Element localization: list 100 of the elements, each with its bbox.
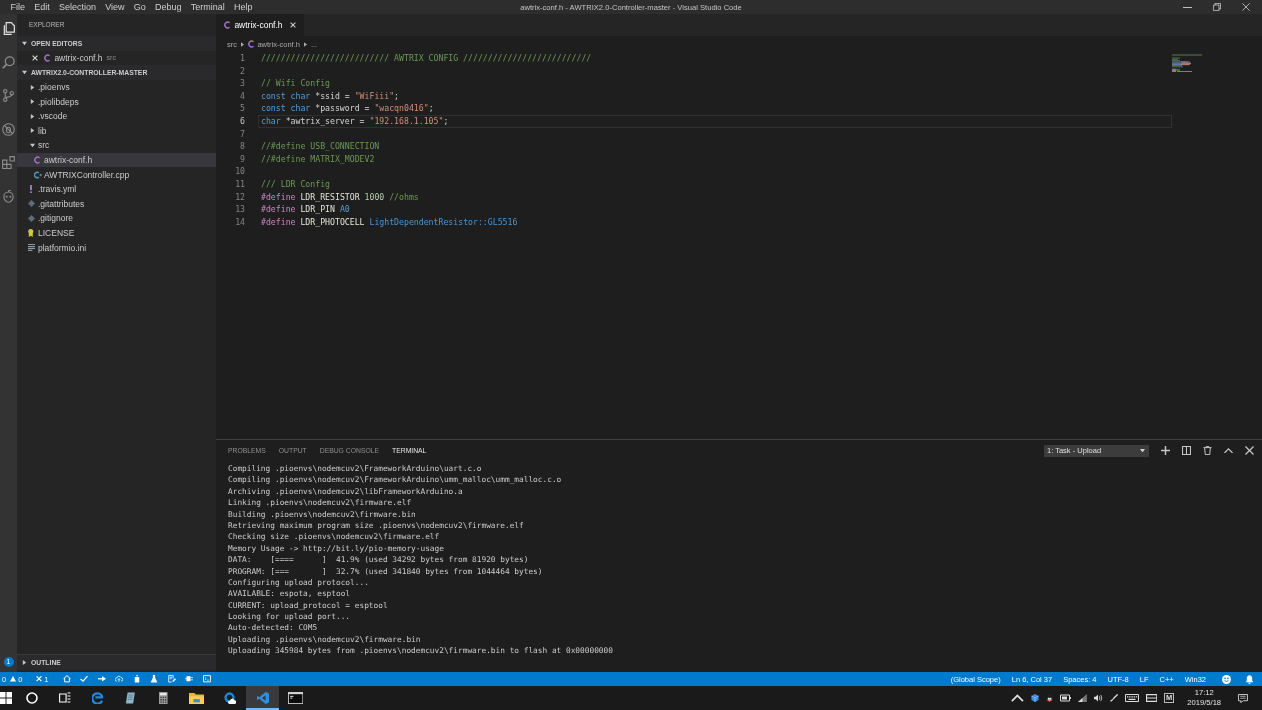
ring-icon: [25, 692, 38, 704]
line-number: 10: [234, 165, 245, 178]
line-number: 12: [234, 190, 245, 204]
caret-down-icon: [1140, 448, 1145, 453]
trash-icon[interactable]: [132, 675, 141, 683]
keyboard-icon[interactable]: [1124, 694, 1139, 702]
editor-tab[interactable]: awtrix-conf.h: [216, 14, 304, 36]
code-line: char *awtrix_server = "192.168.1.105";: [258, 114, 1172, 128]
close-icon[interactable]: [1242, 3, 1250, 11]
circle-cloud-icon: [223, 692, 236, 704]
tree-item[interactable]: awtrix-conf.h: [17, 152, 216, 168]
files-icon[interactable]: [2, 22, 15, 35]
battery-icon[interactable]: [1059, 694, 1071, 702]
c-file-icon: [248, 40, 255, 48]
caret-right-icon: [303, 41, 307, 47]
cube-icon[interactable]: [1030, 694, 1039, 702]
exclamation-icon: [30, 185, 33, 194]
split-icon[interactable]: [1182, 446, 1191, 455]
menu-item[interactable]: File: [6, 1, 30, 13]
trash-icon[interactable]: [1203, 446, 1212, 455]
flask-icon[interactable]: [150, 675, 158, 683]
tree-item[interactable]: AWTRIXController.cpp: [17, 167, 216, 182]
code-line: const char *ssid = "WiFiii";: [260, 89, 400, 103]
branch-icon[interactable]: [2, 89, 15, 102]
menu-item[interactable]: Go: [129, 1, 151, 13]
four-panes-icon: [0, 692, 12, 704]
plus-icon[interactable]: [1161, 446, 1170, 455]
tree-item[interactable]: .pioenvs: [17, 79, 216, 95]
close-icon[interactable]: [32, 54, 38, 61]
tree-item[interactable]: .gitignore: [17, 211, 216, 226]
c-file-icon: [34, 156, 41, 165]
rosette-icon: [28, 229, 34, 237]
home-icon[interactable]: [62, 675, 71, 683]
terminal-icon[interactable]: [202, 675, 211, 683]
tree-item[interactable]: .travis.yml: [17, 181, 216, 197]
bug-crossed-icon[interactable]: [2, 122, 15, 136]
code-line: // Wifi Config: [260, 77, 330, 90]
code-line: #define LDR_RESISTOR 1000 //ohms: [260, 190, 419, 204]
code-line: //#define MATRIX_MODEV2: [260, 152, 375, 166]
menu-item[interactable]: Edit: [29, 1, 55, 13]
line-number: 2: [239, 64, 245, 78]
code-line: #define LDR_PHOTOCELL LightDependentResistor::GL5516: [260, 215, 518, 229]
calculator-icon: [159, 692, 168, 704]
pen-icon[interactable]: [1109, 694, 1118, 702]
menu-item[interactable]: Debug: [150, 1, 187, 13]
line-number: 3: [239, 77, 245, 90]
menu-item[interactable]: View: [100, 1, 130, 13]
stacked-windows-icon: [58, 692, 71, 704]
line-number: 5: [239, 102, 245, 115]
code-line: /// LDR Config: [260, 177, 330, 191]
swirl-icon: [91, 692, 104, 704]
tree-item[interactable]: .vscode: [17, 108, 216, 124]
tree-item[interactable]: .gitattributes: [17, 196, 216, 212]
arrow-right-icon[interactable]: [97, 675, 106, 683]
speaker-icon[interactable]: [1093, 694, 1103, 702]
menu-item[interactable]: Help: [229, 1, 257, 13]
chevron-up-icon[interactable]: [1224, 447, 1233, 454]
code-line: #define LDR_PIN A0: [260, 203, 350, 216]
line-number: 1: [239, 52, 245, 65]
search-icon[interactable]: [2, 55, 15, 69]
bar-window-icon[interactable]: [1145, 694, 1158, 702]
tree-item[interactable]: .piolibdeps: [17, 94, 216, 109]
menu-item[interactable]: Selection: [54, 1, 101, 13]
line-number: 9: [239, 152, 245, 166]
menu-item[interactable]: Terminal: [186, 1, 230, 13]
alien-head-icon[interactable]: [2, 189, 15, 203]
restore-icon[interactable]: [1213, 3, 1221, 11]
tree-item[interactable]: lib: [17, 123, 216, 139]
lines-icon: [28, 244, 35, 252]
c-file-icon: [224, 21, 231, 29]
penguin-icon[interactable]: [1045, 694, 1053, 702]
tree-item[interactable]: LICENSE: [17, 225, 216, 241]
extensions-icon[interactable]: [2, 156, 15, 169]
line-number: 14: [234, 215, 245, 229]
close-icon[interactable]: [1245, 446, 1254, 455]
chevron-up-icon[interactable]: [1010, 694, 1024, 702]
bell-icon[interactable]: [1245, 674, 1254, 684]
c-plus-file-icon: [34, 170, 42, 179]
tree-item[interactable]: src: [17, 138, 216, 153]
line-number: 4: [239, 89, 245, 103]
smiley-icon[interactable]: [1222, 674, 1231, 684]
code-line: const char *password = "wacqn0416";: [260, 102, 434, 115]
line-number: 11: [234, 177, 245, 191]
code-line: ////////////////////////// AWTRIX CONFIG //////////////////////////: [260, 52, 592, 65]
line-number: 13: [234, 203, 245, 216]
cloud-upload-icon[interactable]: [115, 675, 123, 683]
cross-icon: [36, 676, 43, 682]
minimize-icon[interactable]: [1183, 6, 1192, 8]
signal-icon[interactable]: [1077, 694, 1087, 702]
notification-icon[interactable]: [1238, 693, 1248, 703]
ribbon-icon: [256, 692, 269, 704]
line-number: 6: [239, 114, 245, 128]
tree-item[interactable]: platformio.ini: [17, 240, 216, 255]
c-file-icon: [44, 53, 51, 62]
code-line: //#define USB_CONNECTION: [260, 140, 380, 153]
caret-right-icon: [241, 41, 244, 47]
plug-icon[interactable]: [185, 675, 193, 683]
document-pen-icon[interactable]: [167, 675, 176, 683]
check-icon[interactable]: [80, 675, 88, 683]
close-icon[interactable]: [289, 22, 296, 28]
